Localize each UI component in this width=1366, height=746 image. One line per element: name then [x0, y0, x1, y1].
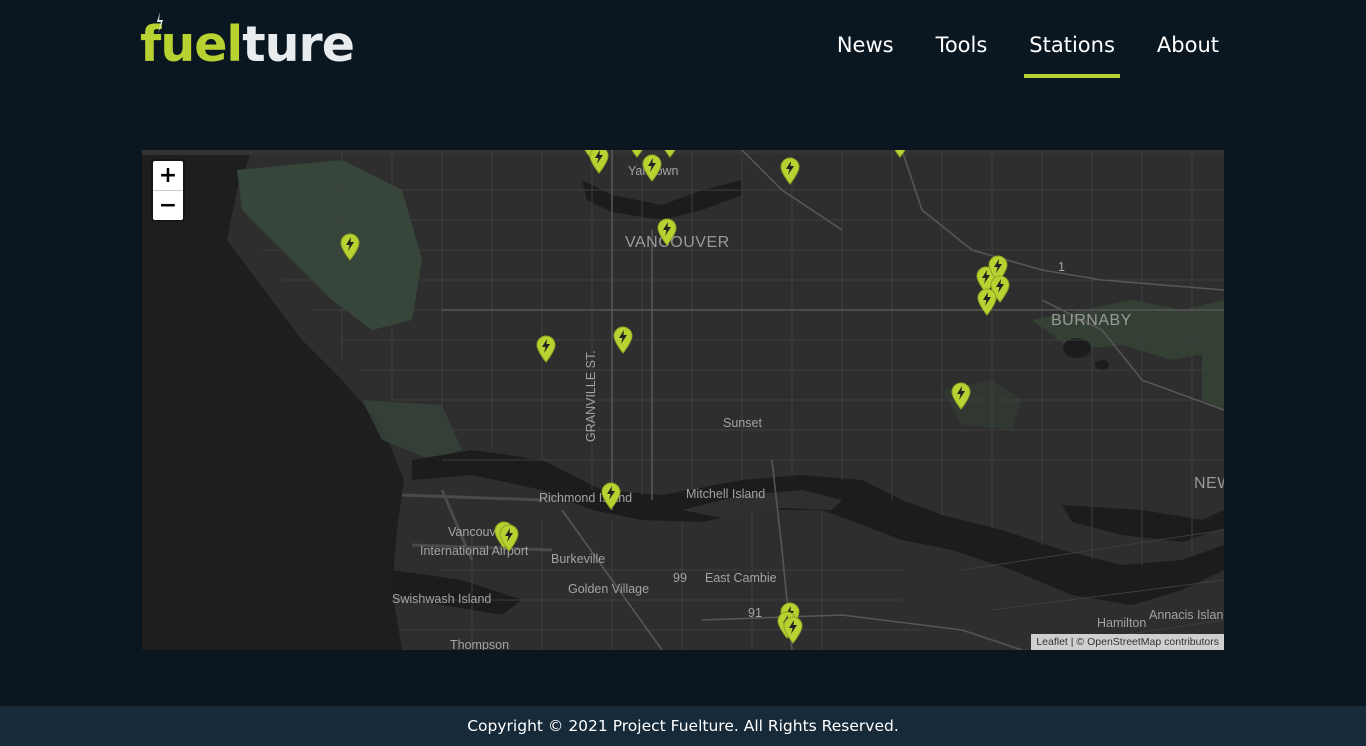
main-nav: News Tools Stations About [816, 26, 1224, 78]
station-marker[interactable] [951, 382, 971, 410]
station-marker[interactable] [780, 157, 800, 185]
label-thompson: Thompson [450, 638, 510, 650]
zoom-control: + − [153, 161, 183, 220]
label-burkeville: Burkeville [551, 552, 606, 566]
station-marker[interactable] [340, 233, 360, 261]
station-marker[interactable] [783, 616, 803, 644]
station-marker[interactable] [499, 524, 519, 552]
label-vancouver: VANCOUVER [625, 234, 730, 251]
charging-station-pin-icon [951, 382, 971, 410]
station-marker[interactable] [657, 218, 677, 246]
label-hwy1: 1 [1058, 260, 1065, 274]
charging-station-pin-icon [780, 157, 800, 185]
zoom-in-button[interactable]: + [153, 161, 183, 191]
nav-news[interactable]: News [816, 26, 915, 78]
label-swishwash: Swishwash Island [392, 592, 492, 606]
station-marker[interactable] [613, 326, 633, 354]
stations-map[interactable]: Yaletown VANCOUVER BURNABY GRANVILLE ST.… [142, 150, 1224, 650]
fuelture-logo[interactable]: fu elture [140, 12, 355, 74]
charging-station-pin-icon [977, 288, 997, 316]
label-golden-village: Golden Village [568, 582, 650, 596]
station-marker[interactable] [642, 154, 662, 182]
label-granville: GRANVILLE ST. [584, 350, 598, 442]
charging-station-pin-icon [601, 482, 621, 510]
nav-tools[interactable]: Tools [915, 26, 1009, 78]
logo-fu: fu [140, 12, 195, 74]
charging-station-pin-icon [657, 218, 677, 246]
osm-link[interactable]: OpenStreetMap contributors [1087, 636, 1219, 648]
station-marker[interactable] [589, 150, 609, 174]
charging-station-pin-icon [664, 150, 676, 158]
station-marker[interactable] [660, 150, 680, 158]
attribution-separator: | © [1070, 636, 1085, 648]
label-hamilton: Hamilton [1097, 616, 1147, 630]
nav-about[interactable]: About [1136, 26, 1224, 78]
charging-station-pin-icon [536, 335, 556, 363]
charging-station-pin-icon [613, 326, 633, 354]
logo-ture: ture [242, 16, 355, 73]
map-attribution: Leaflet | © OpenStreetMap contributors [1031, 634, 1224, 650]
footer: Copyright © 2021 Project Fuelture. All R… [0, 706, 1366, 746]
charging-station-pin-icon [499, 524, 519, 552]
station-marker[interactable] [601, 482, 621, 510]
charging-station-pin-icon [589, 150, 609, 174]
station-marker[interactable] [977, 288, 997, 316]
label-sunset: Sunset [723, 416, 762, 430]
label-east-cambie: East Cambie [705, 571, 777, 585]
leaflet-link[interactable]: Leaflet [1036, 636, 1068, 648]
nav-stations[interactable]: Stations [1008, 26, 1136, 78]
charging-station-pin-icon [783, 616, 803, 644]
zoom-out-button[interactable]: − [153, 191, 183, 220]
spark-icon [157, 12, 163, 34]
label-burnaby: BURNABY [1051, 312, 1132, 329]
logo-el: el [194, 16, 243, 73]
label-annacis: Annacis Island [1149, 608, 1224, 622]
label-new-westminster: NEW [1194, 475, 1224, 492]
charging-station-pin-icon [340, 233, 360, 261]
label-mitchell-island: Mitchell Island [686, 487, 766, 501]
label-hwy99: 99 [673, 571, 687, 585]
copyright-text: Copyright © 2021 Project Fuelture. All R… [467, 717, 899, 735]
charging-station-pin-icon [894, 150, 906, 158]
charging-station-pin-icon [642, 154, 662, 182]
station-marker[interactable] [536, 335, 556, 363]
label-hwy91: 91 [748, 606, 762, 620]
station-marker[interactable] [890, 150, 910, 158]
